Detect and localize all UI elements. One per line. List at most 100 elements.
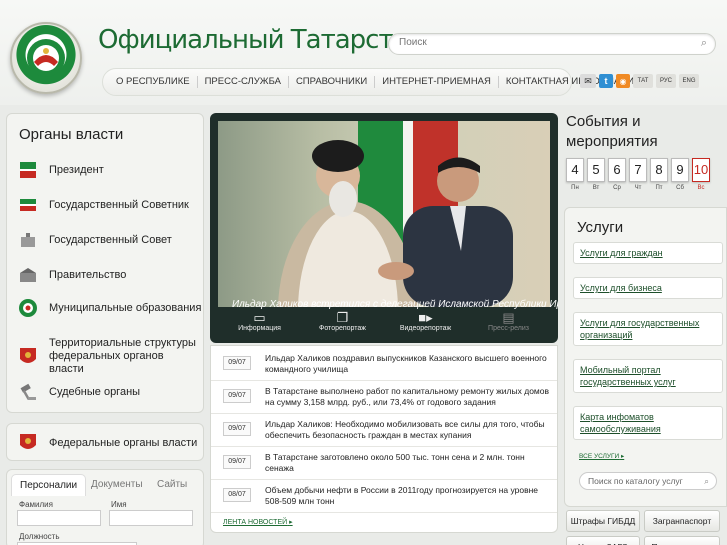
gov-title: Органы власти bbox=[19, 126, 124, 143]
nav-references[interactable]: СПРАВОЧНИКИ bbox=[289, 76, 376, 88]
council-building-icon bbox=[17, 229, 39, 251]
news-slider[interactable]: Ильдар Халиков встретился с делегацией И… bbox=[210, 113, 558, 343]
tab-sites[interactable]: Сайты bbox=[149, 474, 195, 496]
calendar-day[interactable]: 9 Сб bbox=[671, 158, 689, 191]
name-field[interactable] bbox=[109, 510, 193, 526]
news-date: 08/07 bbox=[223, 488, 251, 502]
news-date: 09/07 bbox=[223, 422, 251, 436]
news-item[interactable]: 09/07 В Татарстане выполнено работ по ка… bbox=[211, 381, 557, 414]
nav-press[interactable]: ПРЕСС-СЛУЖБА bbox=[198, 76, 289, 88]
gov-item-government[interactable]: Правительство bbox=[17, 264, 126, 286]
day-name: Вт bbox=[592, 185, 600, 191]
news-list: 09/07 Ильдар Халиков поздравил выпускник… bbox=[210, 345, 558, 533]
rss-icon[interactable]: ◉ bbox=[616, 74, 630, 88]
gov-item-label: Территориальные структуры федеральных ор… bbox=[49, 337, 196, 375]
citizen-reception-button[interactable]: Прием граждан bbox=[644, 536, 720, 545]
tab-persons[interactable]: Персоналии bbox=[11, 474, 87, 496]
service-infokiosk-map-link[interactable]: Карта инфоматов самообслуживания bbox=[573, 406, 723, 440]
media-info[interactable]: ▭ Информация bbox=[218, 307, 301, 343]
news-text[interactable]: Объем добычи нефти в России в 2011году п… bbox=[265, 485, 549, 507]
search-icon[interactable]: ⌕ bbox=[704, 476, 709, 487]
surname-field[interactable] bbox=[17, 510, 101, 526]
all-services-label: ВСЕ УСЛУГИ bbox=[579, 453, 620, 460]
gov-item-municipalities[interactable]: Муниципальные образования bbox=[17, 297, 201, 319]
day-name: Чт bbox=[634, 185, 642, 191]
events-title[interactable]: События и мероприятия bbox=[566, 112, 726, 152]
mail-icon[interactable]: ✉ bbox=[580, 74, 596, 88]
media-label: Видеорепортаж bbox=[399, 325, 452, 332]
newspaper-icon: ▤ bbox=[502, 310, 515, 325]
twitter-icon[interactable]: t bbox=[599, 74, 613, 88]
gov-item-president[interactable]: Президент bbox=[17, 159, 104, 181]
tab-documents[interactable]: Документы bbox=[83, 474, 151, 496]
calendar-day[interactable]: 8 Пт bbox=[650, 158, 668, 191]
media-label: Информация bbox=[238, 325, 281, 332]
nav-reception[interactable]: ИНТЕРНЕТ-ПРИЕМНАЯ bbox=[375, 76, 499, 88]
gov-item-federal-structures[interactable]: Территориальные структуры федеральных ор… bbox=[17, 337, 203, 376]
news-item[interactable]: 08/07 Объем добычи нефти в России в 2011… bbox=[211, 480, 557, 513]
news-item[interactable]: 09/07 В Татарстане заготовлено около 500… bbox=[211, 447, 557, 480]
registry-office-button[interactable]: Услуги ЗАГС bbox=[566, 536, 640, 545]
day-name: Сб bbox=[676, 185, 684, 191]
gov-item-state-advisor[interactable]: Государственный Советник bbox=[17, 194, 189, 216]
news-date: 09/07 bbox=[223, 455, 251, 469]
gov-item-state-council[interactable]: Государственный Совет bbox=[17, 229, 172, 251]
news-feed-link[interactable]: ЛЕНТА НОВОСТЕЙ ▸ bbox=[223, 518, 293, 526]
video-camera-icon: ■▸ bbox=[418, 310, 433, 325]
media-press-release[interactable]: ▤ Пресс-релиз bbox=[467, 307, 550, 343]
nav-about[interactable]: О РЕСПУБЛИКЕ bbox=[109, 76, 198, 88]
events-calendar: 4 Пн 5 Вт 6 Ср 7 Чт 8 Пт 9 Сб 10 Вс bbox=[566, 158, 710, 191]
all-services-link[interactable]: ВСЕ УСЛУГИ ▸ bbox=[579, 452, 624, 460]
passport-button[interactable]: Загранпаспорт bbox=[644, 510, 720, 532]
search-tabs-panel: Персоналии Документы Сайты Фамилия Имя Д… bbox=[6, 469, 204, 545]
news-text[interactable]: Ильдар Халиков поздравил выпускников Каз… bbox=[265, 353, 549, 375]
arrow-right-icon: ▸ bbox=[620, 453, 625, 460]
search-icon[interactable]: ⌕ bbox=[701, 37, 707, 50]
calendar-day[interactable]: 6 Ср bbox=[608, 158, 626, 191]
services-panel: Услуги Услуги для граждан Услуги для биз… bbox=[564, 207, 727, 507]
tatarstan-emblem-logo[interactable] bbox=[10, 22, 82, 94]
service-mobile-portal-link[interactable]: Мобильный портал государственных услуг bbox=[573, 359, 723, 393]
gov-item-courts[interactable]: Судебные органы bbox=[17, 381, 140, 403]
calendar-day-today[interactable]: 10 Вс bbox=[692, 158, 710, 191]
day-number: 7 bbox=[629, 158, 647, 182]
search-box[interactable]: ⌕ bbox=[388, 33, 716, 55]
left-column: Органы власти Президент Государственный … bbox=[6, 113, 204, 545]
search-input[interactable] bbox=[399, 37, 679, 48]
day-name: Пн bbox=[571, 185, 579, 191]
calendar-day[interactable]: 7 Чт bbox=[629, 158, 647, 191]
service-organizations-link[interactable]: Услуги для государственных организаций bbox=[573, 312, 723, 346]
news-photo[interactable]: Ильдар Халиков встретился с делегацией И… bbox=[218, 121, 558, 343]
calendar-day[interactable]: 5 Вт bbox=[587, 158, 605, 191]
header-tools: ✉ t ◉ ТАТ РУС ENG bbox=[580, 74, 699, 88]
media-video[interactable]: ■▸ Видеорепортаж bbox=[384, 307, 467, 343]
media-photo[interactable]: ❐ Фоторепортаж bbox=[301, 307, 384, 343]
service-citizens-link[interactable]: Услуги для граждан bbox=[573, 242, 723, 264]
federal-panel[interactable]: Федеральные органы власти bbox=[6, 423, 204, 461]
gov-item-label: Государственный Советник bbox=[49, 199, 189, 211]
gov-item-label: Федеральные органы власти bbox=[49, 437, 198, 449]
gov-item-federal[interactable]: Федеральные органы власти bbox=[17, 432, 197, 454]
position-label: Должность bbox=[19, 532, 60, 541]
news-text[interactable]: В Татарстане заготовлено около 500 тыс. … bbox=[265, 452, 549, 474]
service-business-link[interactable]: Услуги для бизнеса bbox=[573, 277, 723, 299]
day-number: 5 bbox=[587, 158, 605, 182]
president-flag-icon bbox=[17, 159, 39, 181]
lang-tat-button[interactable]: ТАТ bbox=[633, 74, 653, 88]
lang-rus-button[interactable]: РУС bbox=[656, 74, 676, 88]
traffic-fines-button[interactable]: Штрафы ГИБДД bbox=[566, 510, 640, 532]
media-bar: ▭ Информация ❐ Фоторепортаж ■▸ Видеорепорта… bbox=[218, 307, 550, 343]
lang-eng-button[interactable]: ENG bbox=[679, 74, 699, 88]
russian-emblem-icon bbox=[17, 432, 39, 454]
news-text[interactable]: Ильдар Халиков: Необходимо мобилизовать … bbox=[265, 419, 549, 441]
news-item[interactable]: 09/07 Ильдар Халиков поздравил выпускник… bbox=[211, 348, 557, 381]
name-label: Имя bbox=[111, 500, 127, 509]
day-name: Пт bbox=[655, 185, 663, 191]
calendar-day[interactable]: 4 Пн bbox=[566, 158, 584, 191]
top-navigation: О РЕСПУБЛИКЕ ПРЕСС-СЛУЖБА СПРАВОЧНИКИ ИН… bbox=[102, 68, 641, 96]
meeting-photo-illustration bbox=[278, 121, 513, 343]
news-text[interactable]: В Татарстане выполнено работ по капиталь… bbox=[265, 386, 549, 408]
news-item[interactable]: 09/07 Ильдар Халиков: Необходимо мобилиз… bbox=[211, 414, 557, 447]
site-title[interactable]: Официальный Татарстан bbox=[98, 25, 425, 55]
services-search-input[interactable]: Поиск по каталогу услуг ⌕ bbox=[579, 472, 717, 490]
